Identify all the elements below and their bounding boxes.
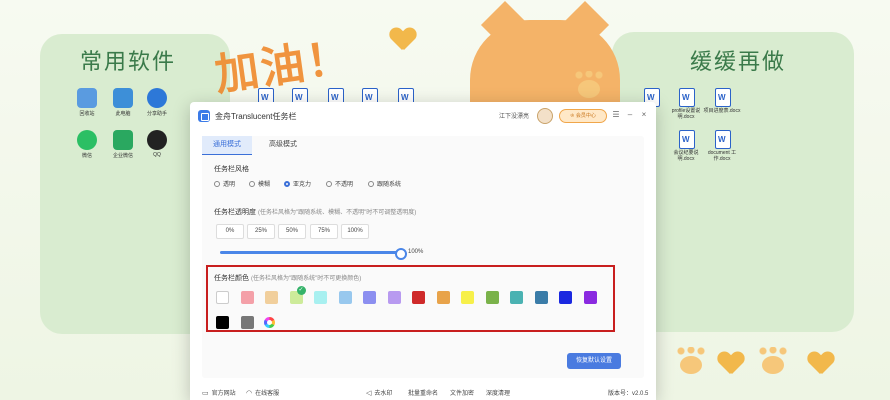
radio-dot	[214, 181, 220, 188]
color-swatch[interactable]	[559, 291, 572, 304]
color-swatch[interactable]	[485, 291, 499, 304]
color-section-title: 任务栏颜色 (任务栏风格为"跟随系统"时不可更换颜色)	[214, 275, 362, 282]
doc-label: 会议纪要说明.docx	[673, 150, 699, 162]
heart-icon	[718, 352, 744, 376]
opacity-preset-50[interactable]: 50%	[278, 224, 306, 239]
desktop-icon-wechat[interactable]: 微信	[72, 130, 102, 159]
paw-icon	[575, 71, 603, 98]
opacity-slider-track[interactable]	[220, 251, 400, 254]
color-swatch-black[interactable]	[216, 316, 229, 329]
word-doc-icon[interactable]	[715, 130, 731, 149]
radio-dot-selected	[284, 181, 290, 188]
color-swatch[interactable]	[436, 291, 450, 304]
title-bar[interactable]: 金舟Translucent任务栏 江下没漂亮 ♔ 会员中心 ☰ – ×	[190, 102, 656, 130]
opacity-preset-100[interactable]: 100%	[341, 224, 369, 239]
radio-dot	[368, 181, 374, 188]
menu-icon[interactable]: ☰	[611, 110, 621, 120]
heart-icon	[808, 352, 834, 376]
color-swatch[interactable]	[240, 291, 254, 304]
vip-center-button[interactable]: ♔ 会员中心	[559, 109, 607, 123]
radio-acrylic[interactable]: 亚克力	[284, 181, 311, 189]
word-doc-icon[interactable]	[679, 130, 695, 149]
desktop-icon-qq[interactable]: QQ	[142, 130, 172, 158]
paw-icon	[677, 347, 705, 374]
color-swatch[interactable]	[314, 291, 327, 304]
online-support-link[interactable]: ◠ 在线客服	[246, 388, 279, 397]
footer-link-rename[interactable]: 批量重命名	[408, 388, 438, 397]
desktop-icon-work-wechat[interactable]: 企业微信	[108, 130, 138, 159]
tab-advanced-mode[interactable]: 高级模式	[258, 136, 308, 154]
window-title: 金舟Translucent任务栏	[215, 112, 297, 121]
paw-icon	[759, 347, 787, 374]
color-swatch[interactable]	[412, 291, 425, 304]
style-section-title: 任务栏风格	[214, 166, 249, 173]
radio-transparent[interactable]: 透明	[214, 181, 235, 189]
doc-label: document 工作.docx	[707, 150, 737, 162]
footer-link-watermark[interactable]: ◁ 去水印	[366, 388, 392, 397]
color-swatch[interactable]	[216, 291, 229, 304]
color-wheel-icon[interactable]	[264, 317, 275, 328]
check-icon: ✓	[296, 286, 306, 295]
monitor-icon: ▭	[202, 390, 209, 397]
color-swatch[interactable]	[583, 291, 597, 304]
color-swatch[interactable]	[510, 291, 523, 304]
minimize-button[interactable]: –	[625, 110, 635, 120]
recycle-bin-icon	[77, 88, 97, 108]
version-label: 版本号：v2.0.5	[608, 391, 649, 397]
footer-bar: ▭ 官方网站 ◠ 在线客服 ◁ 去水印 批量重命名 文件加密 深度清理 版本号：v2.…	[190, 384, 656, 400]
radio-follow-system[interactable]: 跟随系统	[368, 181, 401, 189]
left-panel-title: 常用软件	[80, 50, 177, 75]
footer-link-clean[interactable]: 深度清理	[486, 388, 510, 397]
radio-dot	[326, 181, 332, 188]
close-button[interactable]: ×	[639, 110, 649, 120]
share-icon	[147, 88, 167, 108]
official-website-link[interactable]: ▭ 官方网站	[202, 388, 236, 397]
word-doc-icon[interactable]	[715, 88, 731, 107]
radio-blur[interactable]: 模糊	[249, 181, 270, 189]
opacity-section-title: 任务栏透明度 (任务栏风格为"跟随系统、模糊、不透明"时不可调整透明度)	[214, 209, 417, 216]
app-window: 金舟Translucent任务栏 江下没漂亮 ♔ 会员中心 ☰ – × 通用模式…	[190, 102, 656, 400]
right-panel-title: 缓缓再做	[690, 50, 787, 75]
computer-icon	[113, 88, 133, 108]
color-swatch-gray[interactable]	[241, 316, 254, 329]
desktop-icon-this-pc[interactable]: 此电脑	[108, 88, 138, 117]
desktop-icon-recycle-bin[interactable]: 回收站	[72, 88, 102, 117]
work-wechat-icon	[113, 130, 133, 150]
opacity-preset-75[interactable]: 75%	[310, 224, 338, 239]
color-swatch[interactable]	[387, 291, 401, 304]
app-logo-icon	[198, 110, 210, 122]
settings-panel	[202, 136, 644, 378]
doc-label: profile设置说明.docx	[671, 108, 701, 120]
word-doc-icon[interactable]	[679, 88, 695, 107]
user-name[interactable]: 江下没漂亮	[499, 111, 529, 120]
radio-opaque[interactable]: 不透明	[326, 181, 353, 189]
radio-dot	[249, 181, 255, 188]
color-hint: (任务栏风格为"跟随系统"时不可更换颜色)	[250, 276, 362, 282]
desktop-icon-share[interactable]: 分享助手	[142, 88, 172, 117]
wechat-icon	[77, 130, 97, 150]
tab-general-mode[interactable]: 通用模式	[202, 136, 252, 155]
avatar[interactable]	[537, 108, 553, 124]
doc-label: 项目进度表.docx	[703, 108, 741, 114]
qq-icon	[147, 130, 167, 150]
opacity-value: 100%	[408, 249, 424, 255]
opacity-preset-25[interactable]: 25%	[247, 224, 275, 239]
color-swatch[interactable]	[534, 291, 548, 304]
reset-default-button[interactable]: 恢复默认设置	[567, 353, 621, 369]
crown-icon: ♔	[570, 113, 575, 119]
opacity-preset-0[interactable]: 0%	[216, 224, 244, 239]
color-swatch[interactable]	[461, 291, 474, 304]
opacity-slider-thumb[interactable]	[395, 248, 407, 260]
color-swatch[interactable]	[338, 291, 352, 304]
opacity-hint: (任务栏风格为"跟随系统、模糊、不透明"时不可调整透明度)	[257, 210, 417, 216]
headset-icon: ◠	[246, 390, 253, 397]
megaphone-icon: ◁	[366, 390, 372, 397]
color-swatch[interactable]	[363, 291, 376, 304]
color-swatch[interactable]	[265, 291, 278, 304]
heart-icon	[390, 28, 416, 52]
footer-link-encrypt[interactable]: 文件加密	[450, 388, 474, 397]
